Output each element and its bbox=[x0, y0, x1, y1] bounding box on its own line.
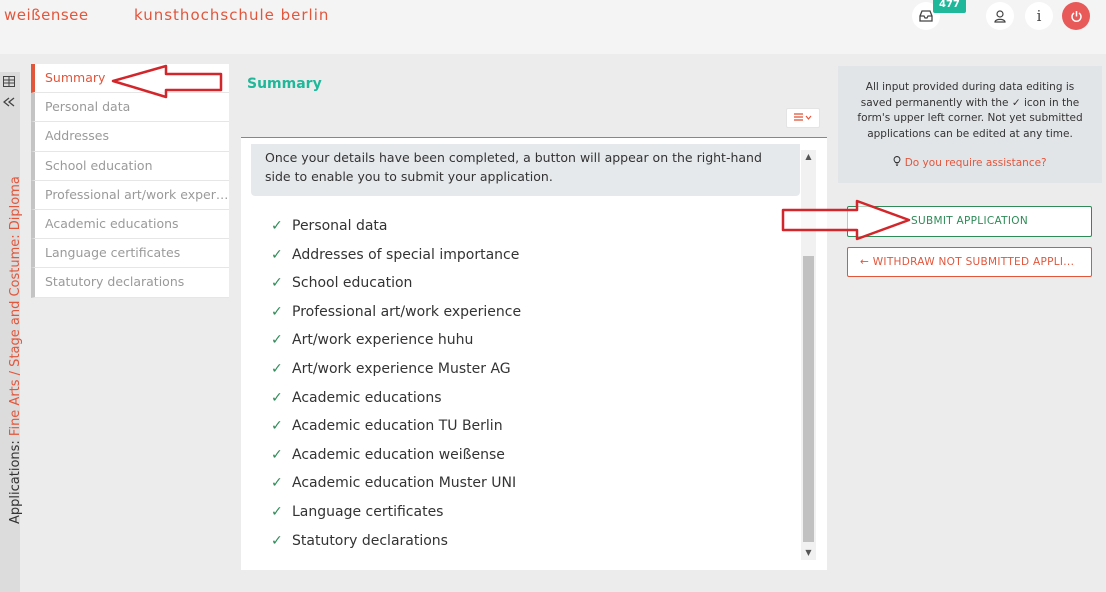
nav-item-school-education[interactable]: School education bbox=[31, 151, 229, 181]
check-icon: ✓ bbox=[271, 218, 283, 234]
list-item: ✓ Addresses of special importance bbox=[271, 247, 521, 276]
annotation-arrow-summary bbox=[111, 64, 223, 99]
list-item: ✓ School education bbox=[271, 275, 521, 304]
nav-item-addresses[interactable]: Addresses bbox=[31, 122, 229, 152]
list-item-label: Academic education TU Berlin bbox=[292, 418, 503, 435]
list-item-label: Addresses of special importance bbox=[292, 246, 520, 263]
list-item: ✓ Personal data bbox=[271, 218, 521, 247]
help-info-box: All input provided during data editing i… bbox=[838, 66, 1102, 183]
withdraw-button-label: WITHDRAW NOT SUBMITTED APPLI... bbox=[872, 256, 1075, 268]
collapse-icon[interactable] bbox=[1, 96, 17, 110]
list-item: ✓ Language certificates bbox=[271, 504, 521, 533]
annotation-arrow-submit bbox=[781, 199, 911, 241]
list-item: ✓ Academic education weißense bbox=[271, 447, 521, 476]
summary-header: Summary bbox=[241, 64, 827, 138]
check-icon: ✓ bbox=[271, 503, 283, 520]
list-item-label: Statutory declarations bbox=[292, 532, 448, 549]
logout-button[interactable] bbox=[1062, 2, 1090, 30]
list-item: ✓ Academic educations bbox=[271, 390, 521, 419]
nav-item-academic-educations[interactable]: Academic educations bbox=[31, 209, 229, 240]
applications-prefix: Applications: bbox=[8, 436, 23, 524]
school-name: kunsthochschule berlin bbox=[134, 6, 330, 24]
user-button[interactable] bbox=[986, 2, 1014, 30]
check-icon: ✓ bbox=[271, 332, 283, 349]
list-item-label: Academic educations bbox=[292, 389, 442, 406]
info-icon: i bbox=[1036, 7, 1042, 25]
power-icon bbox=[1070, 10, 1082, 22]
check-icon: ✓ bbox=[271, 303, 283, 320]
table-icon[interactable] bbox=[1, 76, 17, 90]
application-sidebar: Applications: Fine Arts / Stage and Cost… bbox=[0, 72, 23, 592]
scroll-thumb[interactable] bbox=[803, 256, 814, 542]
application-program-label: Applications: Fine Arts / Stage and Cost… bbox=[8, 176, 23, 524]
lightbulb-icon bbox=[893, 155, 904, 169]
check-icon: ✓ bbox=[271, 246, 283, 263]
list-item-label: Academic education weißense bbox=[292, 446, 505, 463]
check-icon: ✓ bbox=[271, 446, 283, 463]
list-item-label: Art/work experience huhu bbox=[292, 332, 474, 349]
check-icon: ✓ bbox=[271, 360, 283, 377]
arrow-left-icon: ← bbox=[860, 256, 870, 268]
logo-weissensee[interactable]: weißensee bbox=[4, 6, 89, 24]
check-icon: ✓ bbox=[271, 418, 283, 435]
list-item: ✓ Art/work experience Muster AG bbox=[271, 361, 521, 390]
check-icon: ✓ bbox=[271, 475, 283, 492]
list-item-label: Academic education Muster UNI bbox=[292, 475, 517, 492]
list-item: ✓ Professional art/work experience bbox=[271, 304, 521, 333]
assistance-link[interactable]: Do you require assistance? bbox=[850, 155, 1090, 172]
scroll-up-icon[interactable]: ▲ bbox=[801, 150, 816, 164]
list-item-label: School education bbox=[292, 275, 413, 292]
scroll-down-icon[interactable]: ▼ bbox=[801, 546, 816, 560]
program-name: Fine Arts / Stage and Costume: Diploma bbox=[8, 176, 23, 437]
nav-item-professional-experience[interactable]: Professional art/work experience bbox=[31, 180, 229, 210]
options-menu-button[interactable] bbox=[786, 108, 820, 128]
save-info-text: All input provided during data editing i… bbox=[850, 80, 1090, 142]
withdraw-application-button[interactable]: ← WITHDRAW NOT SUBMITTED APPLI... bbox=[847, 247, 1092, 277]
summary-checklist: ✓ Personal data ✓ Addresses of special imp… bbox=[271, 218, 521, 561]
menu-icon bbox=[794, 113, 812, 121]
inbox-icon bbox=[919, 10, 933, 22]
nav-item-language-certificates[interactable]: Language certificates bbox=[31, 239, 229, 269]
list-item: ✓ Academic education Muster UNI bbox=[271, 475, 521, 504]
page-title: Summary bbox=[247, 76, 322, 92]
check-icon: ✓ bbox=[271, 532, 283, 549]
list-item-label: Personal data bbox=[292, 218, 388, 234]
summary-panel: Summary Once your details have been comp… bbox=[241, 64, 827, 570]
list-item-label: Professional art/work experience bbox=[292, 303, 522, 320]
nav-item-statutory-declarations[interactable]: Statutory declarations bbox=[31, 268, 229, 298]
info-notice: Once your details have been completed, a… bbox=[251, 144, 800, 196]
check-icon: ✓ bbox=[271, 389, 283, 406]
inbox-count-badge: 477 bbox=[933, 0, 966, 13]
list-item: ✓ Statutory declarations bbox=[271, 533, 521, 562]
list-item: ✓ Art/work experience huhu bbox=[271, 332, 521, 361]
assistance-link-label: Do you require assistance? bbox=[904, 157, 1047, 169]
list-item-label: Language certificates bbox=[292, 503, 444, 520]
info-button[interactable]: i bbox=[1025, 2, 1053, 30]
check-icon: ✓ bbox=[271, 275, 283, 292]
check-icon: ✓ bbox=[1011, 96, 1021, 109]
list-item-label: Art/work experience Muster AG bbox=[292, 360, 511, 377]
app-header: weißensee kunsthochschule berlin 477 i bbox=[0, 0, 1106, 54]
list-item: ✓ Academic education TU Berlin bbox=[271, 418, 521, 447]
user-icon bbox=[994, 9, 1006, 23]
